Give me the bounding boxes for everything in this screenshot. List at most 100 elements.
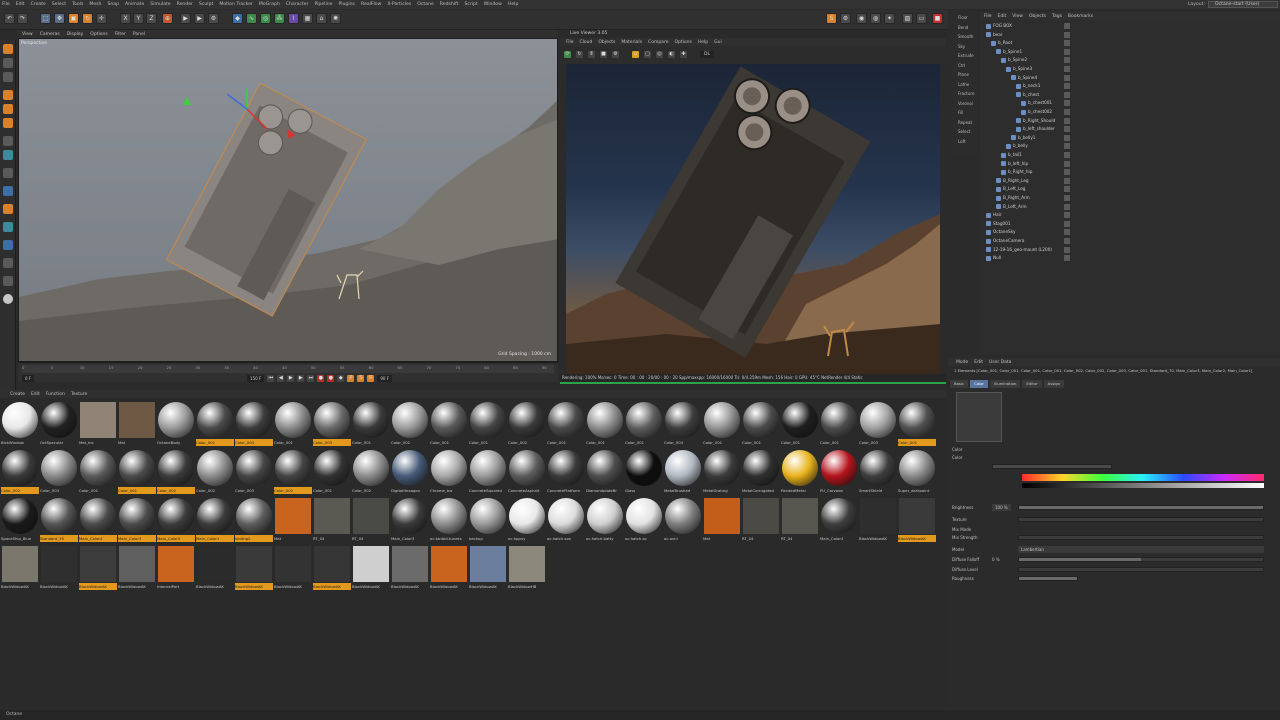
material-swatch[interactable]: BlackWidowAK — [391, 544, 429, 590]
right-tool-sky[interactable]: Sky — [950, 43, 976, 51]
object-tree-item[interactable]: b_left_hip — [1001, 160, 1070, 168]
mat-menu-edit[interactable]: Edit — [31, 392, 40, 397]
octane-settings-icon[interactable]: ⚙ — [840, 13, 851, 24]
object-tree-item[interactable]: FOG BOX — [986, 22, 1070, 30]
menu-mesh[interactable]: Mesh — [89, 2, 101, 7]
material-swatch[interactable]: InternalPart — [157, 544, 195, 590]
material-swatch[interactable]: MetalGrating — [703, 448, 741, 494]
visibility-dots[interactable] — [1064, 100, 1070, 107]
obj-menu-bookmarks[interactable]: Bookmarks — [1068, 14, 1093, 19]
obj-menu-objects[interactable]: Objects — [1029, 14, 1046, 19]
right-tool-ctrl[interactable]: Ctrl — [950, 62, 976, 70]
keyframe-icon[interactable]: ◆ — [337, 375, 345, 382]
material-swatch[interactable]: ConcreteAsphalt — [508, 448, 546, 494]
render-settings-icon[interactable]: ⚙ — [208, 13, 219, 24]
obj-menu-tags[interactable]: Tags — [1052, 14, 1062, 19]
menu-help[interactable]: Help — [508, 2, 518, 7]
model-mode-icon[interactable] — [3, 44, 13, 54]
material-swatch[interactable]: RT_04 — [781, 496, 819, 542]
material-swatch[interactable]: Color_001 — [196, 400, 234, 446]
menu-plugins[interactable]: Plugins — [338, 2, 354, 7]
solo-icon[interactable] — [3, 240, 13, 250]
material-swatch[interactable]: Color_002 — [391, 400, 429, 446]
material-swatch[interactable]: oc.hatch.batty — [586, 496, 624, 542]
menu-character[interactable]: Character — [286, 2, 309, 7]
material-swatch[interactable]: BlackWidowAK — [118, 544, 156, 590]
material-swatch[interactable]: Standard_35 — [40, 496, 78, 542]
texture-slot[interactable] — [1018, 517, 1264, 522]
menu-sculpt[interactable]: Sculpt — [199, 2, 213, 7]
mat-menu-create[interactable]: Create — [10, 392, 25, 397]
visibility-dots[interactable] — [1064, 91, 1070, 98]
mat-menu-texture[interactable]: Texture — [71, 392, 87, 397]
timeline-ruler[interactable]: 0 5 10 15 20 25 30 35 40 45 50 55 60 65 70 75 80 85 90 — [22, 365, 554, 373]
array-icon[interactable]: ⁂ — [274, 13, 285, 24]
visibility-dots[interactable] — [1064, 109, 1070, 115]
material-swatch[interactable]: backup — [469, 496, 507, 542]
tab-basic[interactable]: Basic — [950, 380, 969, 388]
menu-simulate[interactable]: Simulate — [150, 2, 170, 7]
menu-edit[interactable]: Edit — [16, 2, 25, 7]
current-frame-field[interactable]: 0 F — [22, 375, 35, 382]
material-swatch[interactable]: PU_Carvado — [820, 448, 858, 494]
material-swatch[interactable]: Color_002 — [157, 448, 195, 494]
right-tool-extrude[interactable]: Extrude — [950, 52, 976, 60]
object-tree-item[interactable]: B_Right_Arm — [996, 194, 1070, 202]
tweak-mode-icon[interactable] — [3, 150, 13, 160]
object-tree-item[interactable]: b_left_shoulder — [1016, 125, 1070, 133]
lv-lock-icon[interactable]: ⌂ — [632, 51, 639, 58]
material-swatch[interactable]: SmartShield — [859, 448, 897, 494]
menu-window[interactable]: Window — [484, 2, 502, 7]
tab-editor[interactable]: Editor — [1022, 380, 1042, 388]
material-swatch[interactable]: DigitalHexagon — [391, 448, 429, 494]
octane-material-icon[interactable]: ◍ — [870, 13, 881, 24]
visibility-dots[interactable] — [1064, 31, 1070, 38]
menu-x-particles[interactable]: X-Particles — [387, 2, 411, 7]
brightness-value[interactable]: 100 % — [992, 504, 1011, 511]
attr-menu-edit[interactable]: Edit — [974, 360, 983, 365]
octane-live-icon[interactable]: ◉ — [856, 13, 867, 24]
menu-script[interactable]: Script — [464, 2, 477, 7]
material-ball-icon[interactable] — [3, 294, 13, 304]
lv-pick-icon[interactable]: ✚ — [680, 51, 687, 58]
visibility-dots[interactable] — [1064, 195, 1070, 201]
tab-illumination[interactable]: Illumination — [989, 380, 1021, 388]
material-swatch[interactable]: BlackWidowAK — [40, 544, 78, 590]
material-swatch[interactable]: Color_001 — [820, 400, 858, 446]
lv-clay-icon[interactable]: ◐ — [668, 51, 675, 58]
brightness-slider[interactable] — [1018, 505, 1264, 510]
menu-octane[interactable]: Octane — [417, 2, 434, 7]
cube-icon[interactable]: ◆ — [232, 13, 243, 24]
material-swatch[interactable]: Color_002 — [352, 448, 390, 494]
edges-mode-icon[interactable] — [3, 104, 13, 114]
goto-end-icon[interactable]: ⏭ — [307, 375, 315, 382]
object-tree-item[interactable]: OctaneSky — [986, 228, 1070, 236]
material-swatch[interactable]: Color_003 — [313, 400, 351, 446]
menu-realflow[interactable]: RealFlow — [361, 2, 381, 7]
right-tool-bend[interactable]: Bend — [950, 24, 976, 32]
visibility-dots[interactable] — [1064, 134, 1070, 141]
material-swatch[interactable]: Color_002 — [1, 448, 39, 494]
visibility-dots[interactable] — [1064, 57, 1070, 64]
material-swatch[interactable]: Glass — [625, 448, 663, 494]
visibility-dots[interactable] — [1064, 66, 1070, 72]
material-swatch[interactable]: PaintedMetal — [781, 448, 819, 494]
lv-menu-materials[interactable]: Materials — [621, 40, 642, 45]
material-swatch[interactable]: Main_Color4 — [79, 496, 117, 542]
visibility-dots[interactable] — [1064, 152, 1070, 158]
material-swatch[interactable]: shotng2 — [235, 496, 273, 542]
lv-menu-help[interactable]: Help — [698, 40, 708, 45]
material-swatch[interactable]: Color_004 — [664, 400, 702, 446]
material-swatch[interactable]: MetalBrushed — [664, 448, 702, 494]
material-swatch[interactable]: OctaneBody — [157, 400, 195, 446]
lock-workplane-icon[interactable] — [3, 204, 13, 214]
object-tree-item[interactable]: b_Spine1 — [996, 48, 1070, 56]
menu-redshift[interactable]: Redshift — [440, 2, 459, 7]
menu-pipeline[interactable]: Pipeline — [314, 2, 332, 7]
menu-snap[interactable]: Snap — [107, 2, 119, 7]
key-rotation-icon[interactable]: R — [367, 375, 375, 382]
polygons-mode-icon[interactable] — [3, 118, 13, 128]
y-axis-icon[interactable]: Y — [133, 13, 144, 24]
material-swatch[interactable]: Color_001 — [781, 400, 819, 446]
rotate-tool-icon[interactable]: ↻ — [82, 13, 93, 24]
